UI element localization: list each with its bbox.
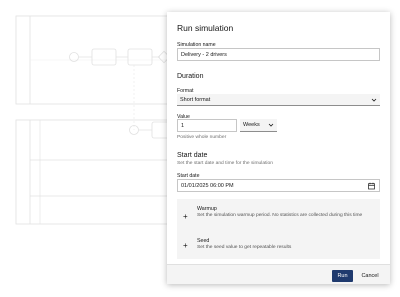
run-simulation-drawer: Run simulation Simulation name Delivery …	[167, 12, 390, 284]
add-seed-icon: +	[183, 241, 188, 250]
start-date-input[interactable]: 01/01/2025 06:00 PM	[177, 179, 380, 192]
drawer-footer: Run Cancel	[167, 264, 390, 284]
warmup-description: Set the simulation warmup period. No sta…	[197, 213, 363, 218]
seed-title: Seed	[197, 238, 210, 244]
unit-select[interactable]: Weeks	[240, 119, 277, 132]
start-date-description: Set the start date and time for the simu…	[177, 161, 273, 166]
cancel-button[interactable]: Cancel	[359, 270, 381, 282]
add-warmup-icon: +	[183, 212, 188, 221]
chevron-down-icon	[268, 123, 274, 127]
simulation-name-input[interactable]: Delivery - 2 drivers	[177, 48, 380, 61]
unit-value: Weeks	[243, 122, 260, 128]
seed-description: Set the seed value to get repeatable res…	[197, 245, 292, 250]
chevron-down-icon	[371, 98, 377, 102]
value-number: 1	[181, 122, 185, 129]
format-select[interactable]: Short format	[177, 94, 380, 106]
simulation-name-value: Delivery - 2 drivers	[181, 51, 227, 58]
seed-tile[interactable]: + Seed Set the seed value to get repeata…	[177, 233, 380, 259]
value-helper-text: Positive whole number	[177, 135, 227, 140]
format-value: Short format	[180, 96, 211, 103]
start-date-heading: Start date	[177, 152, 208, 159]
warmup-title: Warmup	[197, 206, 217, 212]
calendar-icon[interactable]	[368, 182, 375, 189]
warmup-tile[interactable]: + Warmup Set the simulation warmup perio…	[177, 199, 380, 235]
value-input[interactable]: 1	[177, 119, 237, 132]
duration-heading: Duration	[177, 73, 204, 80]
start-date-value: 01/01/2025 06:00 PM	[181, 182, 234, 189]
drawer-title: Run simulation	[177, 23, 234, 33]
run-button[interactable]: Run	[332, 270, 353, 282]
